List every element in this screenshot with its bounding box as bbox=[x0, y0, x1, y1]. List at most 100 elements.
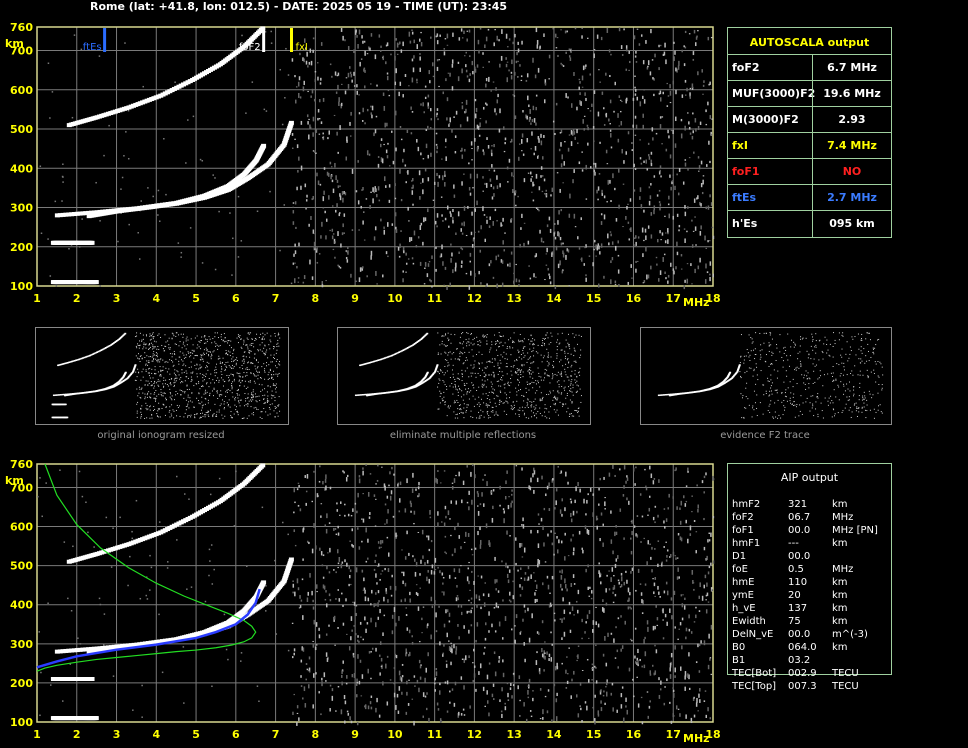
noise-dot bbox=[488, 540, 490, 544]
thumb-noise bbox=[269, 339, 271, 341]
thumb-noise bbox=[253, 414, 255, 416]
noise-dot bbox=[352, 545, 354, 548]
thumb-noise bbox=[180, 377, 182, 379]
thumb-noise bbox=[250, 362, 252, 364]
thumb-noise bbox=[173, 335, 175, 337]
thumb-noise bbox=[157, 359, 159, 361]
noise-dot bbox=[361, 540, 363, 543]
thumb-noise bbox=[214, 375, 216, 377]
thumb-noise bbox=[144, 398, 146, 400]
thumb-noise bbox=[231, 383, 233, 385]
thumb-noise bbox=[156, 356, 158, 358]
noise-dot bbox=[594, 694, 596, 698]
noise-dot bbox=[554, 619, 556, 622]
noise-dot bbox=[687, 470, 689, 473]
noise-dot bbox=[323, 672, 326, 678]
noise-dot bbox=[468, 599, 470, 602]
thumb-noise bbox=[223, 333, 225, 335]
noise-dot bbox=[698, 595, 701, 599]
noise-dot bbox=[669, 701, 671, 704]
thumb-noise bbox=[153, 347, 155, 349]
noise-dot bbox=[484, 646, 486, 649]
noise-dot bbox=[246, 565, 248, 568]
noise-dot bbox=[627, 606, 630, 610]
x-tick-label: 1 bbox=[33, 728, 41, 741]
noise-dot bbox=[561, 569, 563, 574]
noise-dot bbox=[434, 600, 436, 605]
noise-dot bbox=[502, 659, 504, 663]
noise-dot bbox=[377, 602, 379, 607]
thumb-noise bbox=[239, 367, 241, 369]
noise-dot bbox=[623, 537, 625, 540]
x-tick-label: 6 bbox=[232, 728, 240, 741]
noise-dot bbox=[455, 597, 458, 602]
thumb-noise bbox=[225, 340, 227, 342]
noise-dot bbox=[495, 602, 498, 608]
noise-dot bbox=[408, 552, 410, 556]
noise-dot bbox=[512, 684, 515, 687]
thumb-noise bbox=[201, 336, 203, 338]
noise-dot bbox=[546, 575, 549, 579]
thumb-noise bbox=[156, 348, 158, 350]
noise-dot bbox=[141, 684, 143, 687]
noise-dot bbox=[657, 514, 659, 518]
thumb-noise bbox=[147, 408, 149, 410]
thumb-noise bbox=[159, 416, 161, 418]
noise-dot bbox=[431, 564, 434, 569]
thumb-noise bbox=[234, 398, 236, 400]
thumb-noise bbox=[260, 411, 262, 413]
noise-dot bbox=[476, 622, 479, 627]
thumb-noise bbox=[249, 356, 251, 358]
thumb-noise bbox=[274, 407, 276, 409]
noise-dot bbox=[589, 487, 592, 492]
noise-dot bbox=[602, 599, 604, 603]
noise-dot bbox=[425, 667, 428, 673]
thumb-noise bbox=[235, 406, 237, 408]
noise-dot bbox=[708, 532, 710, 535]
noise-dot bbox=[672, 689, 675, 693]
thumb-noise bbox=[266, 332, 268, 334]
noise-dot bbox=[211, 583, 214, 585]
thumb-noise bbox=[169, 348, 171, 350]
thumb-noise bbox=[198, 346, 200, 348]
noise-dot bbox=[402, 580, 404, 585]
thumb-noise bbox=[189, 397, 191, 399]
noise-dot bbox=[644, 636, 646, 640]
noise-dot bbox=[518, 675, 521, 680]
noise-dot bbox=[412, 555, 414, 558]
thumb-noise bbox=[233, 360, 235, 362]
thumb-noise bbox=[220, 366, 222, 368]
noise-dot bbox=[486, 674, 489, 680]
noise-dot bbox=[442, 582, 444, 585]
thumb-noise bbox=[219, 395, 221, 397]
noise-dot bbox=[424, 677, 426, 683]
thumb-noise bbox=[160, 358, 162, 360]
noise-dot bbox=[527, 696, 530, 699]
noise-dot bbox=[547, 689, 550, 692]
noise-dot bbox=[568, 601, 571, 606]
thumb-noise bbox=[246, 337, 248, 339]
noise-dot bbox=[393, 682, 395, 685]
thumb-noise bbox=[258, 371, 260, 373]
noise-dot bbox=[453, 702, 456, 707]
thumb-noise bbox=[184, 380, 186, 382]
noise-dot bbox=[477, 505, 479, 507]
noise-dot bbox=[357, 527, 359, 530]
noise-dot bbox=[328, 593, 331, 597]
noise-dot bbox=[261, 506, 264, 509]
noise-dot bbox=[468, 490, 470, 495]
noise-dot bbox=[149, 554, 151, 557]
thumb-noise bbox=[190, 380, 192, 382]
thumb-noise bbox=[156, 415, 158, 417]
thumb-noise bbox=[259, 416, 261, 418]
noise-dot bbox=[625, 570, 627, 573]
thumb-noise bbox=[237, 335, 239, 337]
noise-dot bbox=[696, 484, 698, 487]
noise-dot bbox=[519, 594, 522, 597]
thumb-noise bbox=[169, 416, 171, 418]
thumb-noise bbox=[165, 397, 167, 399]
thumb-noise bbox=[273, 395, 275, 397]
noise-dot bbox=[315, 644, 318, 646]
thumb-noise bbox=[148, 391, 150, 393]
noise-dot bbox=[647, 626, 649, 632]
